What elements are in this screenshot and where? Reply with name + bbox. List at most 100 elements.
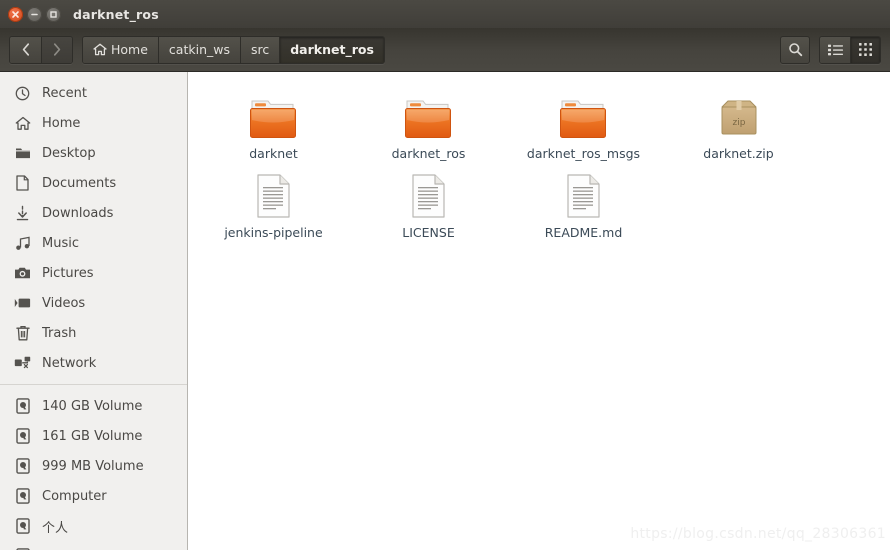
list-view-button[interactable] — [820, 36, 850, 63]
maximize-icon — [50, 10, 57, 18]
sidebar-item-label: 999 MB Volume — [42, 458, 144, 474]
sidebar-item-label: 161 GB Volume — [42, 428, 143, 444]
forward-button[interactable] — [41, 36, 72, 63]
sidebar-item-downloads[interactable]: Downloads — [0, 198, 187, 228]
sidebar-item-label: Computer — [42, 488, 107, 504]
sidebar-item-label: Videos — [42, 295, 86, 311]
camera-icon — [14, 265, 31, 282]
breadcrumb-label: Home — [111, 42, 148, 57]
folder-icon — [559, 92, 609, 140]
chevron-left-icon — [22, 43, 29, 56]
nav-buttons — [9, 35, 73, 64]
clock-icon — [14, 85, 31, 102]
file-manager-window: darknet_ros Home catkin_ws src darknet_r… — [0, 0, 890, 550]
search-button[interactable] — [780, 35, 810, 64]
archive-badge-text: zip — [732, 118, 745, 128]
sidebar-item-network[interactable]: Network — [0, 348, 187, 378]
download-icon — [14, 205, 31, 222]
sidebar-item-music[interactable]: Music — [0, 228, 187, 258]
sidebar-item-trash[interactable]: Trash — [0, 318, 187, 348]
sidebar-item-label: Documents — [42, 175, 117, 191]
sidebar-item-label: 140 GB Volume — [42, 398, 143, 414]
sidebar-item-desktop[interactable]: Desktop — [0, 138, 187, 168]
titlebar: darknet_ros — [0, 0, 890, 28]
sidebar-item-volume-999mb[interactable]: 999 MB Volume — [0, 451, 187, 481]
file-name: LICENSE — [402, 225, 455, 240]
window-body: Recent Home Desktop Documents Downloads … — [0, 72, 890, 550]
file-name: darknet — [249, 146, 298, 161]
sidebar-item-videos[interactable]: Videos — [0, 288, 187, 318]
sidebar-item-label: 实验室 — [42, 547, 81, 550]
sidebar-item-volume-shiyanshi[interactable]: 实验室 — [0, 541, 187, 550]
file-item[interactable]: darknet — [196, 86, 351, 165]
drive-icon — [14, 428, 31, 445]
file-item[interactable]: LICENSE — [351, 165, 506, 244]
home-icon — [93, 43, 107, 56]
file-list-area[interactable]: darknet darknet_ros darknet_ros_msgs zip… — [188, 72, 890, 550]
sidebar-item-computer[interactable]: Computer — [0, 481, 187, 511]
network-icon — [14, 355, 31, 372]
text-file-icon — [404, 171, 454, 219]
sidebar-divider — [0, 384, 187, 385]
sidebar-item-documents[interactable]: Documents — [0, 168, 187, 198]
file-item[interactable]: zip darknet.zip — [661, 86, 816, 165]
text-file-icon — [559, 171, 609, 219]
video-icon — [14, 295, 31, 312]
drive-icon — [14, 488, 31, 505]
folder-icon — [404, 92, 454, 140]
sidebar-item-volume-161gb[interactable]: 161 GB Volume — [0, 421, 187, 451]
breadcrumb-item-src[interactable]: src — [239, 36, 280, 63]
sidebar-item-label: Home — [42, 115, 81, 131]
sidebar-item-label: Music — [42, 235, 79, 251]
sidebar-item-recent[interactable]: Recent — [0, 78, 187, 108]
grid-view-button[interactable] — [850, 36, 880, 63]
view-mode-buttons — [819, 35, 881, 64]
file-item[interactable]: darknet_ros_msgs — [506, 86, 661, 165]
minimize-button[interactable] — [27, 6, 42, 22]
breadcrumb-label: src — [250, 42, 270, 57]
file-grid: darknet darknet_ros darknet_ros_msgs zip… — [188, 86, 890, 244]
maximize-button[interactable] — [46, 6, 61, 22]
sidebar: Recent Home Desktop Documents Downloads … — [0, 72, 188, 550]
breadcrumb-item-darknet-ros[interactable]: darknet_ros — [279, 36, 384, 63]
breadcrumb-item-catkin-ws[interactable]: catkin_ws — [157, 36, 240, 63]
watermark: https://blog.csdn.net/qq_28306361 — [630, 526, 886, 542]
toolbar: Home catkin_ws src darknet_ros — [0, 28, 890, 72]
chevron-right-icon — [53, 43, 61, 56]
sidebar-item-volume-geren[interactable]: 个人 — [0, 511, 187, 541]
sidebar-item-label: Recent — [42, 85, 87, 101]
window-title: darknet_ros — [73, 6, 159, 22]
file-item[interactable]: README.md — [506, 165, 661, 244]
close-icon — [12, 10, 19, 18]
file-name: darknet_ros — [391, 146, 466, 161]
drive-icon — [14, 458, 31, 475]
folder-icon — [249, 92, 299, 140]
sidebar-item-home[interactable]: Home — [0, 108, 187, 138]
file-name: darknet.zip — [703, 146, 774, 161]
drive-icon — [14, 518, 31, 535]
drive-icon — [14, 398, 31, 415]
document-icon — [14, 175, 31, 192]
music-note-icon — [14, 235, 31, 252]
sidebar-item-label: Trash — [42, 325, 77, 341]
back-button[interactable] — [10, 36, 41, 63]
close-button[interactable] — [8, 6, 23, 22]
breadcrumb-label: catkin_ws — [168, 42, 230, 57]
text-file-icon — [249, 171, 299, 219]
archive-icon: zip — [714, 92, 764, 140]
search-icon — [788, 43, 802, 57]
breadcrumb-label: darknet_ros — [290, 42, 374, 57]
list-view-icon — [827, 44, 843, 55]
breadcrumb-item-home[interactable]: Home — [83, 36, 158, 63]
file-item[interactable]: darknet_ros — [351, 86, 506, 165]
home-icon — [14, 115, 31, 132]
sidebar-item-volume-140gb[interactable]: 140 GB Volume — [0, 391, 187, 421]
breadcrumb: Home catkin_ws src darknet_ros — [82, 35, 385, 64]
file-name: darknet_ros_msgs — [526, 146, 641, 161]
sidebar-item-pictures[interactable]: Pictures — [0, 258, 187, 288]
sidebar-item-label: Network — [42, 355, 97, 371]
file-item[interactable]: jenkins-pipeline — [196, 165, 351, 244]
file-name: jenkins-pipeline — [224, 225, 323, 240]
desktop-folder-icon — [14, 145, 31, 162]
sidebar-item-label: Pictures — [42, 265, 94, 281]
